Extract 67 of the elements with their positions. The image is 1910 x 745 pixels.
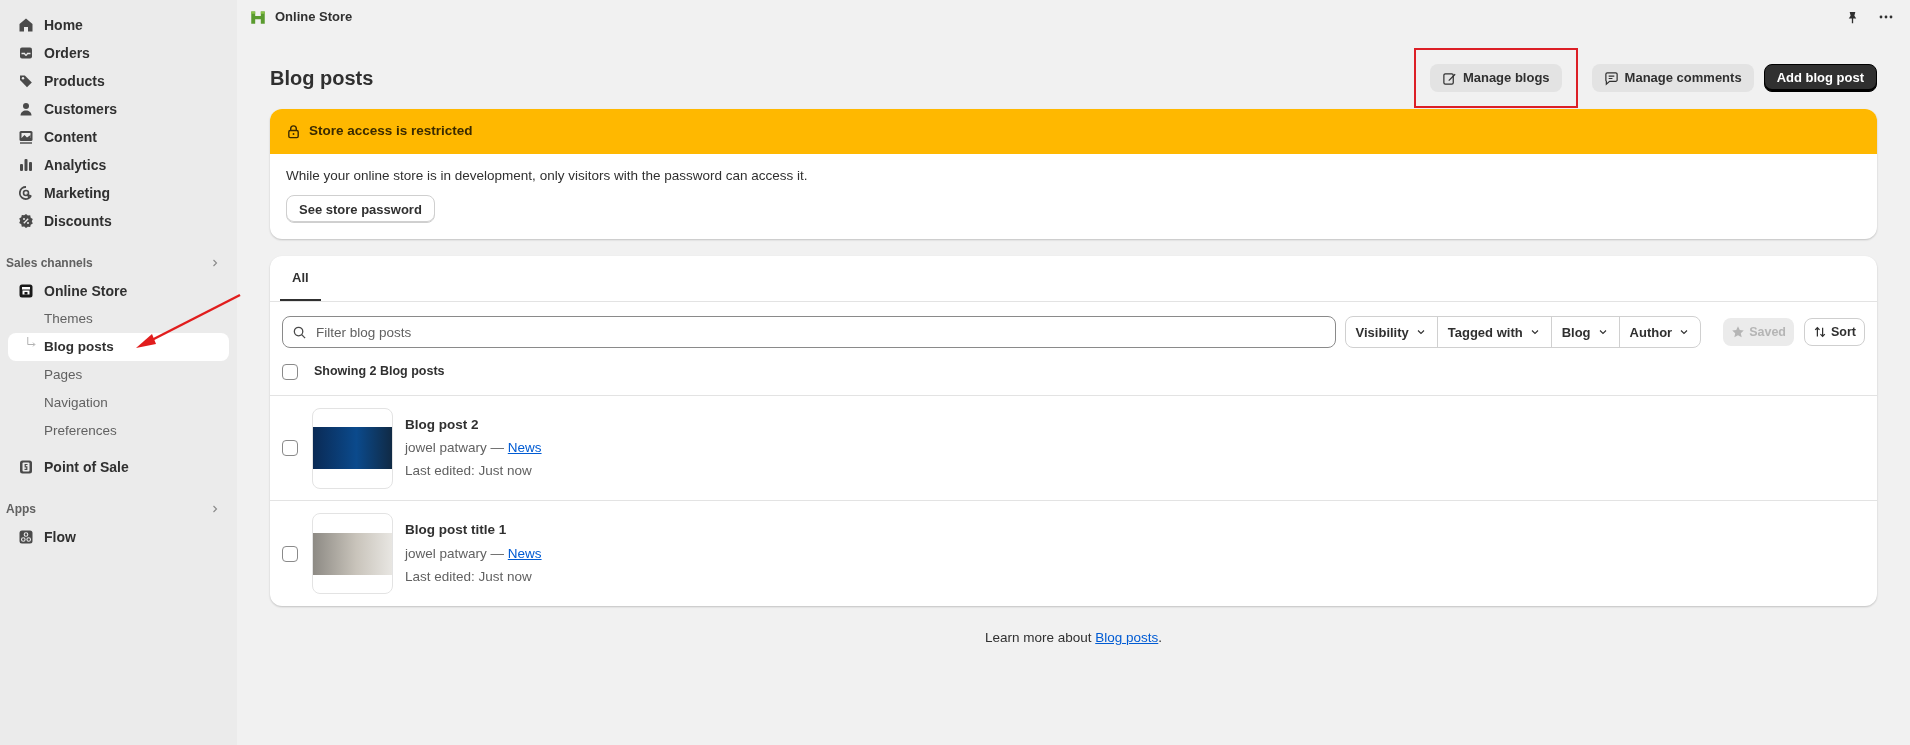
search-icon [292,325,307,341]
nav-item[interactable]: Customers [8,95,229,123]
nav-item[interactable]: Home [8,11,229,39]
post-byline: jowel patwary — News [405,439,542,458]
filter-dropdown[interactable]: Visibility [1345,317,1437,348]
nav-item[interactable]: Analytics [8,151,229,179]
post-edited: Last edited: Just now [405,462,533,481]
filter-dropdown[interactable]: Blog [1550,317,1619,348]
banner-message: While your online store is in development, only visitors with the password can access it. [286,167,808,185]
flow-icon [18,529,34,545]
nav-subitem[interactable]: Pages [8,361,229,389]
sort-arrows-icon [1813,325,1827,340]
post-title: Blog post title 1 [405,521,508,540]
post-title: Blog post 2 [405,415,480,434]
section-heading: Apps [6,501,36,518]
action-button[interactable]: Manage blogs [1429,64,1562,92]
home-icon [18,17,34,33]
search-field[interactable]: Filter blog posts [282,316,1336,349]
add-button[interactable]: Add blog post [1763,64,1877,92]
tree-connector-icon [27,336,39,350]
nav-subitem[interactable]: Navigation [8,389,229,417]
post-row[interactable]: Blog post 2 jowel patwary — News Last edited: Just now [270,396,1877,502]
point-of-sale-icon [18,459,34,475]
banner-title: Store access is restricted [309,122,473,141]
inbox-icon [18,45,34,61]
checkbox[interactable] [282,363,298,380]
person-icon [18,101,34,117]
nav-item[interactable]: Point of Sale [8,453,229,481]
storefront-icon [18,283,34,299]
post-row[interactable]: Blog post title 1 jowel patwary — News Last edited: Just now [270,501,1877,607]
result-count: Showing 2 Blog posts [314,363,445,381]
nav-item[interactable]: Online Store [8,277,229,305]
discount-badge-icon [18,213,34,229]
nav-subitem[interactable]: Themes [8,305,229,333]
section-heading: Sales channels [6,255,93,272]
checkbox[interactable] [282,440,298,457]
target-cursor-icon [18,185,34,201]
nav-item[interactable]: Flow [8,523,229,551]
nav-subitem[interactable]: Blog posts [8,333,229,361]
filter-dropdown[interactable]: Author [1618,317,1701,348]
image-frame-icon [18,129,34,145]
blog-link[interactable]: News [507,545,542,561]
footer-text: Learn more about Blog posts. [983,629,1164,648]
tab[interactable]: All [280,256,321,302]
star-icon [1731,325,1746,340]
nav-subitem[interactable]: Preferences [8,417,229,445]
checkbox[interactable] [282,545,298,562]
nav-item[interactable]: Content [8,123,229,151]
tag-icon [18,73,34,89]
nav-item[interactable]: Discounts [8,207,229,235]
app-title: Online Store [275,8,353,27]
edit-icon [1441,70,1457,86]
nav-item[interactable]: Orders [8,39,229,67]
lock-icon [286,124,301,139]
comment-icon [1603,70,1619,86]
password-button[interactable]: See store password [286,195,435,224]
sort-button[interactable]: Sort [1804,318,1865,347]
page-title: Blog posts [270,66,374,91]
store-logo-icon [249,8,267,26]
bar-chart-icon [18,157,34,173]
post-edited: Last edited: Just now [405,567,533,586]
nav-item[interactable]: Products [8,67,229,95]
blog-link[interactable]: News [507,440,542,456]
nav-item[interactable]: Marketing [8,179,229,207]
filter-dropdown[interactable]: Tagged with [1436,317,1551,348]
action-button[interactable]: Manage comments [1591,64,1754,92]
post-byline: jowel patwary — News [405,544,542,563]
